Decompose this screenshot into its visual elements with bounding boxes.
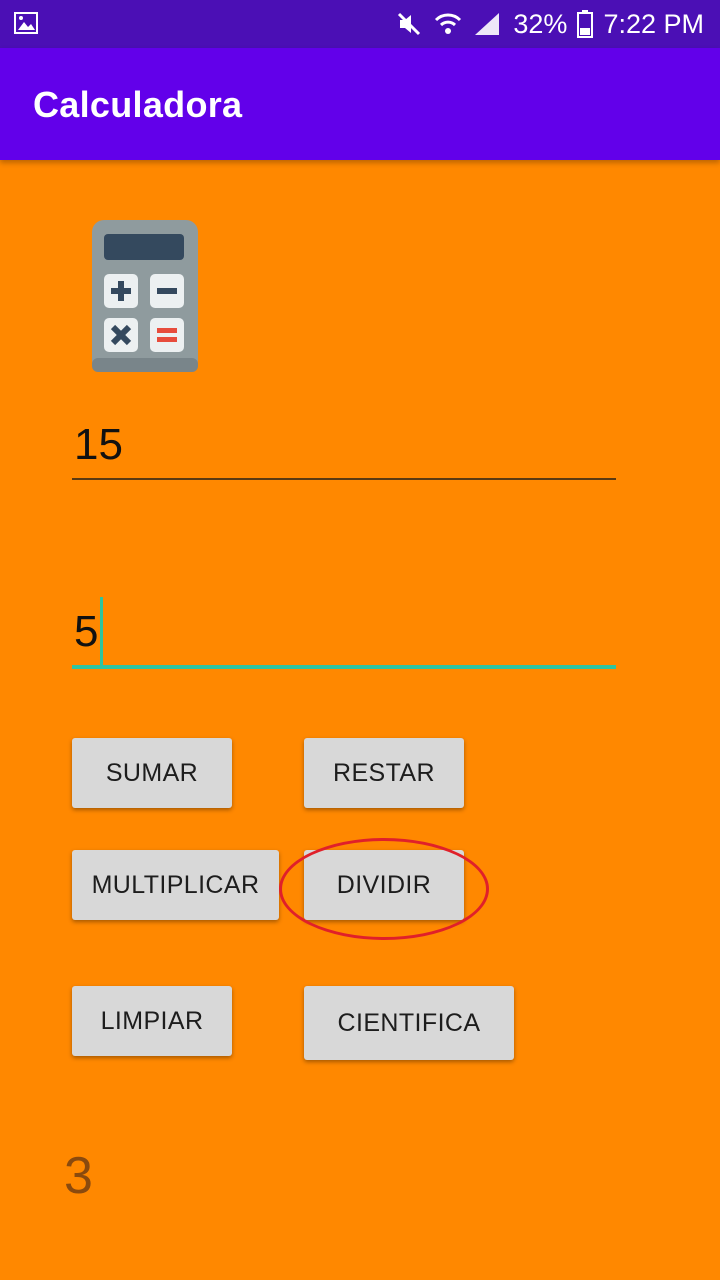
battery-icon bbox=[577, 10, 594, 38]
limpiar-button[interactable]: LIMPIAR bbox=[72, 986, 232, 1056]
signal-icon bbox=[475, 13, 500, 35]
multiplicar-button[interactable]: MULTIPLICAR bbox=[72, 850, 279, 920]
calculator-icon bbox=[92, 220, 198, 372]
cientifica-button[interactable]: CIENTIFICA bbox=[304, 986, 514, 1060]
dividir-button[interactable]: DIVIDIR bbox=[304, 850, 464, 920]
second-number-field[interactable] bbox=[72, 597, 616, 669]
status-bar: 32% 7:22 PM bbox=[0, 0, 720, 48]
status-icons: 32% 7:22 PM bbox=[397, 0, 704, 48]
result-text: 3 bbox=[64, 1147, 93, 1205]
restar-button[interactable]: RESTAR bbox=[304, 738, 464, 808]
first-number-input[interactable] bbox=[72, 420, 616, 478]
image-icon bbox=[14, 12, 38, 34]
app-bar: Calculadora bbox=[0, 48, 720, 160]
text-cursor bbox=[100, 597, 103, 667]
sumar-button[interactable]: SUMAR bbox=[72, 738, 232, 808]
first-number-field[interactable] bbox=[72, 420, 616, 480]
mute-icon bbox=[398, 12, 421, 36]
second-number-input[interactable] bbox=[72, 607, 616, 665]
wifi-icon bbox=[435, 13, 462, 34]
battery-percentage: 32% bbox=[513, 8, 568, 39]
app-title: Calculadora bbox=[33, 84, 243, 125]
clock: 7:22 PM bbox=[603, 8, 704, 39]
